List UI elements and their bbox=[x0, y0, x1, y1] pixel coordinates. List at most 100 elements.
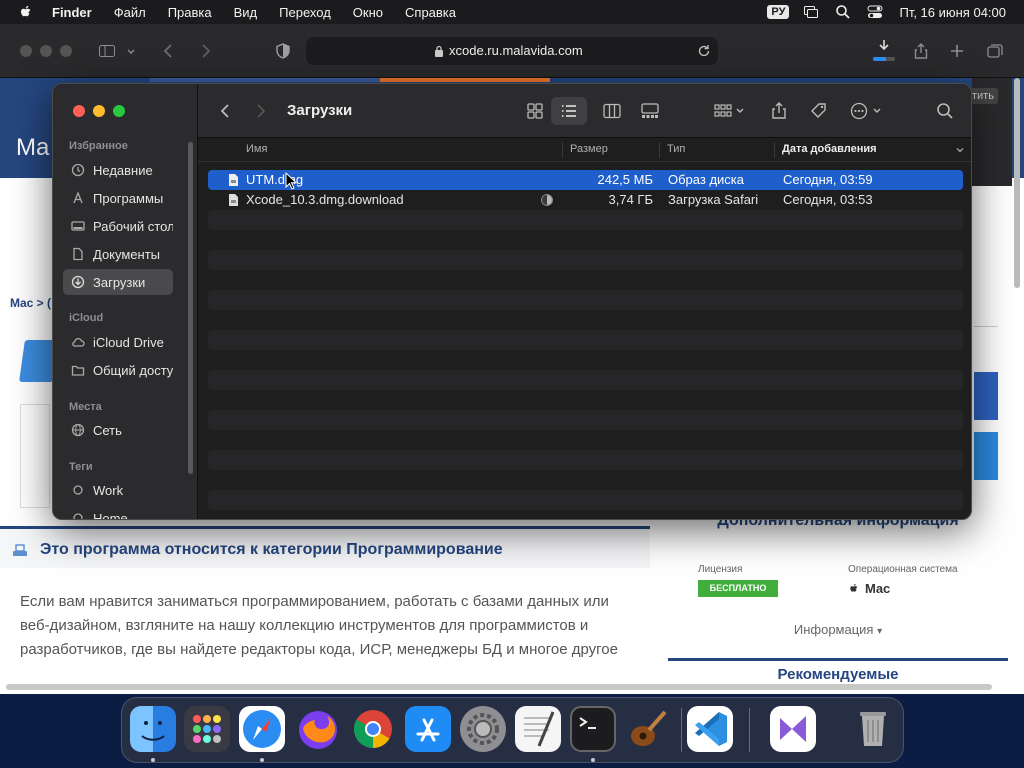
shield-icon[interactable] bbox=[274, 42, 292, 60]
column-separator[interactable] bbox=[562, 142, 563, 158]
menu-file[interactable]: Файл bbox=[114, 5, 146, 20]
safari-toolbar: xcode.ru.malavida.com bbox=[0, 24, 1024, 78]
sidebar-scrollbar[interactable] bbox=[188, 142, 193, 474]
guitar-icon bbox=[631, 710, 667, 746]
empty-row bbox=[208, 410, 963, 430]
info-link-label: Информация bbox=[793, 622, 874, 637]
divider bbox=[974, 326, 998, 327]
downloads-icon bbox=[71, 275, 85, 289]
page-scrollbar[interactable] bbox=[1014, 78, 1020, 288]
dock-app-firefox[interactable] bbox=[295, 706, 341, 752]
minimize-window-button[interactable] bbox=[40, 45, 52, 57]
menu-view[interactable]: Вид bbox=[234, 5, 258, 20]
header-right-button[interactable]: тить bbox=[968, 88, 998, 104]
chevron-down-icon[interactable] bbox=[126, 42, 136, 60]
sidebar-item-tag-home[interactable]: Home bbox=[63, 505, 173, 519]
finder-sidebar: Избранное Недавние Программы Рабочий сто… bbox=[53, 84, 198, 519]
dock-app-launchpad[interactable] bbox=[184, 706, 230, 752]
menu-go[interactable]: Переход bbox=[279, 5, 331, 20]
search-icon[interactable] bbox=[835, 4, 851, 20]
close-button[interactable] bbox=[73, 105, 85, 117]
horizontal-scrollbar[interactable] bbox=[6, 684, 992, 690]
column-kind[interactable]: Тип bbox=[667, 143, 685, 155]
category-title[interactable]: Это программа относится к категории Прог… bbox=[40, 541, 503, 559]
menu-edit[interactable]: Правка bbox=[168, 5, 212, 20]
download-button[interactable] bbox=[974, 372, 998, 420]
menu-help[interactable]: Справка bbox=[405, 5, 456, 20]
list-view-icon[interactable] bbox=[559, 101, 579, 121]
file-row[interactable]: UTM.dmg 242,5 МБ Образ диска Сегодня, 03… bbox=[208, 170, 963, 190]
os-value: Mac bbox=[865, 581, 891, 596]
dock-app-trash[interactable] bbox=[850, 706, 896, 752]
sidebar-item-applications[interactable]: Программы bbox=[63, 185, 173, 211]
zoom-window-button[interactable] bbox=[60, 45, 72, 57]
group-icon[interactable] bbox=[713, 101, 747, 121]
search-icon[interactable] bbox=[935, 101, 955, 121]
sidebar-item-tag-work[interactable]: Work bbox=[63, 477, 173, 503]
info-link[interactable]: Информация ▾ bbox=[668, 622, 1008, 637]
close-window-button[interactable] bbox=[20, 45, 32, 57]
column-size[interactable]: Размер bbox=[570, 143, 608, 155]
reload-icon[interactable] bbox=[696, 43, 712, 59]
menu-app-finder[interactable]: Finder bbox=[52, 5, 92, 20]
url-text: xcode.ru.malavida.com bbox=[449, 43, 583, 58]
file-size: 242,5 МБ bbox=[597, 172, 653, 187]
breadcrumb[interactable]: Mac > ( bbox=[10, 296, 51, 310]
back-icon[interactable] bbox=[216, 101, 236, 121]
dock-app-visual-studio-code[interactable] bbox=[687, 706, 733, 752]
menu-window[interactable]: Окно bbox=[353, 5, 383, 20]
dock-app-system-preferences[interactable] bbox=[460, 706, 506, 752]
sidebar-item-downloads[interactable]: Загрузки bbox=[63, 269, 173, 295]
minimize-button[interactable] bbox=[93, 105, 105, 117]
share-icon[interactable] bbox=[769, 101, 789, 121]
dock-app-terminal[interactable] bbox=[570, 706, 616, 752]
sidebar-item-desktop[interactable]: Рабочий стол bbox=[63, 213, 173, 239]
screen-mirroring-icon[interactable] bbox=[803, 4, 819, 20]
sidebar-item-label: Рабочий стол bbox=[93, 218, 173, 234]
downloads-icon[interactable] bbox=[875, 38, 893, 56]
column-view-icon[interactable] bbox=[602, 101, 622, 121]
new-tab-icon[interactable] bbox=[948, 42, 966, 60]
sidebar-icon[interactable] bbox=[98, 42, 116, 60]
dock-app-instruments[interactable] bbox=[625, 706, 671, 752]
forward-icon[interactable] bbox=[196, 42, 214, 60]
sidebar-item-shared[interactable]: Общий доступ bbox=[63, 357, 173, 383]
lock-icon bbox=[435, 45, 443, 57]
sidebar-item-recents[interactable]: Недавние bbox=[63, 157, 173, 183]
forward-icon[interactable] bbox=[250, 101, 270, 121]
column-separator[interactable] bbox=[659, 142, 660, 158]
download-progress-fill bbox=[873, 57, 887, 61]
address-bar[interactable]: xcode.ru.malavida.com bbox=[306, 37, 718, 65]
gallery-view-icon[interactable] bbox=[640, 101, 660, 121]
secondary-button[interactable] bbox=[974, 432, 998, 480]
dock-app-textedit[interactable] bbox=[515, 706, 561, 752]
column-separator[interactable] bbox=[774, 142, 775, 158]
download-progress-pie-icon bbox=[541, 194, 553, 206]
icon-view-icon[interactable] bbox=[525, 101, 545, 121]
sidebar-item-label: Программы bbox=[93, 190, 164, 206]
more-icon[interactable] bbox=[849, 101, 885, 121]
zoom-button[interactable] bbox=[113, 105, 125, 117]
file-row[interactable]: Xcode_10.3.dmg.download 3,74 ГБ Загрузка… bbox=[208, 190, 963, 210]
sidebar-item-network[interactable]: Сеть bbox=[63, 417, 173, 443]
sidebar-item-documents[interactable]: Документы bbox=[63, 241, 173, 267]
sidebar-item-icloud-drive[interactable]: iCloud Drive bbox=[63, 329, 173, 355]
input-language-badge[interactable]: РУ bbox=[767, 5, 790, 19]
control-center-icon[interactable] bbox=[867, 4, 883, 20]
dock-app-visual-studio[interactable] bbox=[770, 706, 816, 752]
menu-clock[interactable]: Пт, 16 июня 04:00 bbox=[899, 5, 1006, 20]
apple-icon[interactable] bbox=[18, 4, 34, 20]
dock-app-safari[interactable] bbox=[239, 706, 285, 752]
column-date-added[interactable]: Дата добавления bbox=[782, 143, 877, 155]
chevron-down-icon[interactable] bbox=[955, 145, 965, 155]
tabs-overview-icon[interactable] bbox=[986, 42, 1004, 60]
dock-app-app-store[interactable] bbox=[405, 706, 451, 752]
column-name[interactable]: Имя bbox=[246, 143, 267, 155]
finder-icon bbox=[141, 721, 165, 741]
dock-app-finder[interactable] bbox=[130, 706, 176, 752]
site-logo[interactable]: Ma bbox=[16, 134, 49, 162]
back-icon[interactable] bbox=[160, 42, 178, 60]
share-icon[interactable] bbox=[912, 42, 930, 60]
tag-icon[interactable] bbox=[809, 101, 829, 121]
dock-app-chrome[interactable] bbox=[350, 706, 396, 752]
